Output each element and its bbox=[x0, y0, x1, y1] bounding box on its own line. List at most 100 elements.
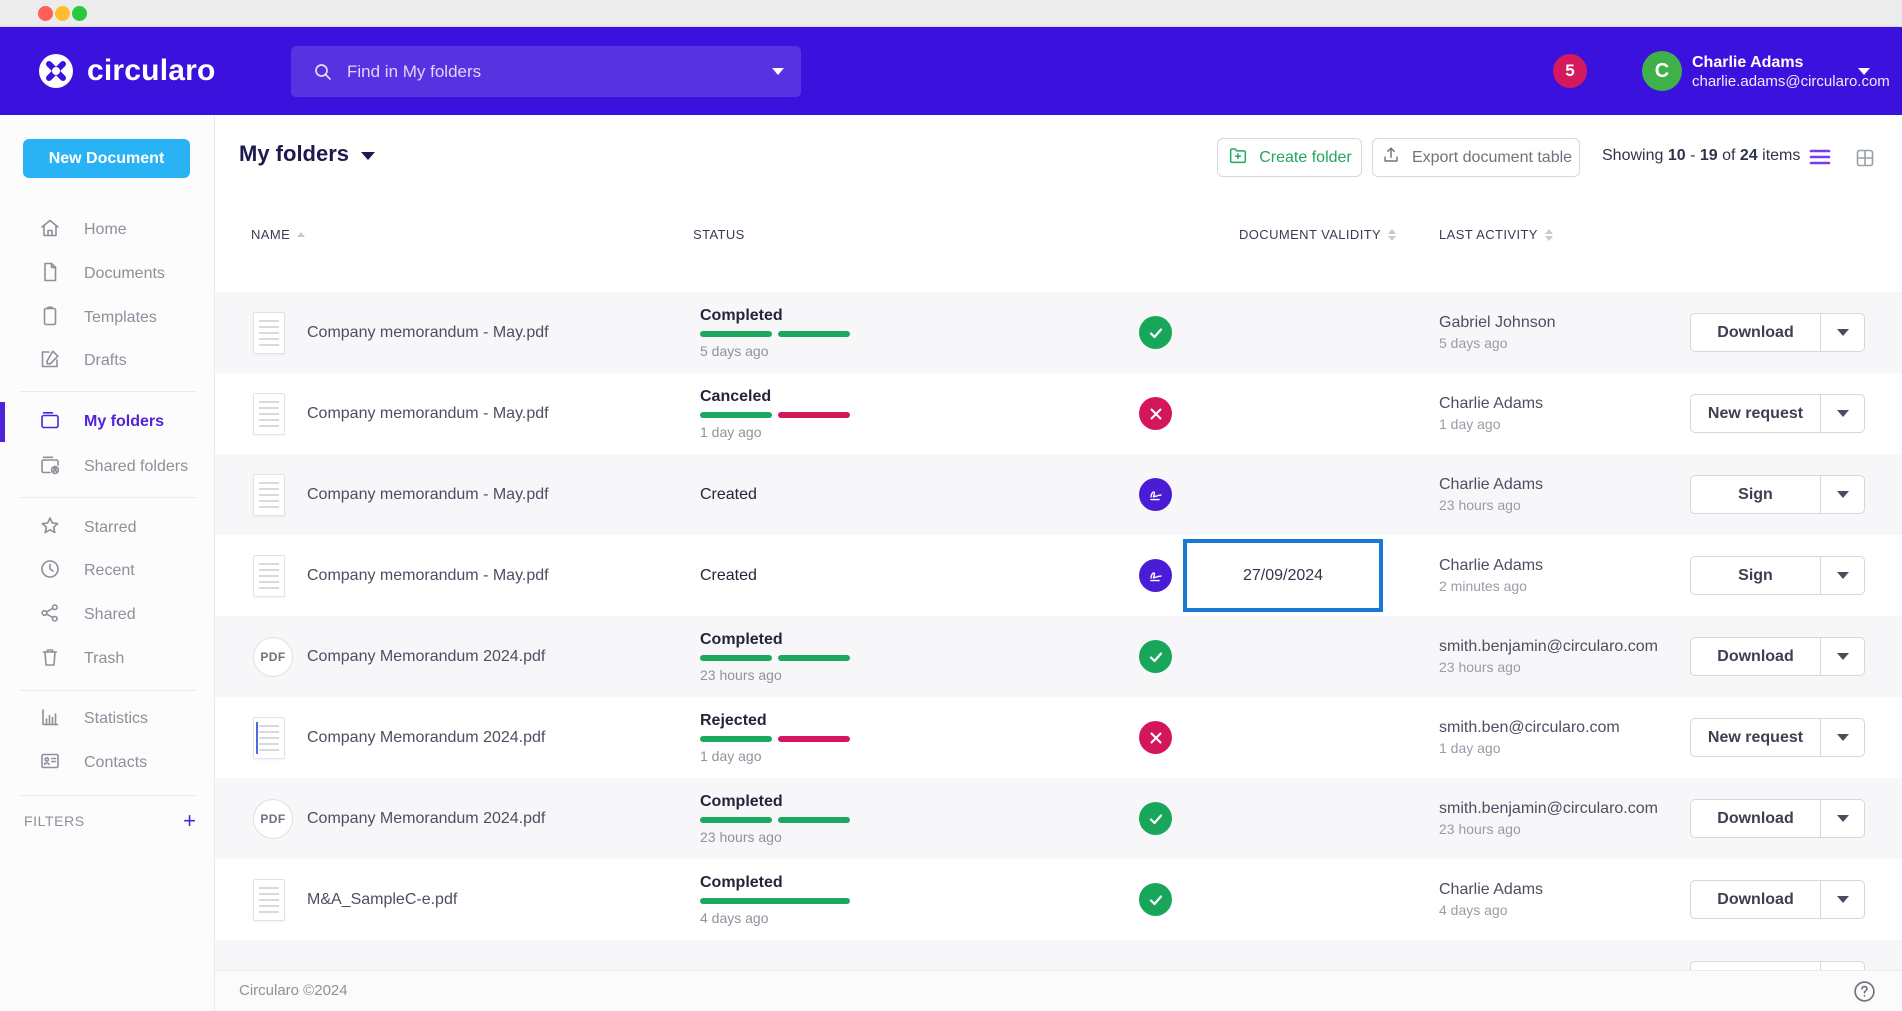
status-icon-cell bbox=[1139, 535, 1172, 616]
action-button[interactable]: Sign bbox=[1691, 476, 1820, 513]
help-icon[interactable] bbox=[1852, 979, 1877, 1009]
star-icon bbox=[38, 514, 62, 543]
sidebar-item-shared[interactable]: Shared bbox=[0, 593, 214, 637]
new-document-button[interactable]: New Document bbox=[23, 139, 190, 178]
chevron-down-icon bbox=[1837, 734, 1849, 741]
sidebar-item-label: Drafts bbox=[84, 352, 127, 370]
sidebar-item-shared-folders[interactable]: Shared folders bbox=[0, 445, 214, 489]
sidebar-item-statistics[interactable]: Statistics bbox=[0, 697, 214, 741]
table-row[interactable]: Company memorandum - May.pdf Canceled 1 … bbox=[215, 373, 1902, 454]
sidebar-item-documents[interactable]: Documents bbox=[0, 252, 214, 296]
copyright-text: Circularo ©2024 bbox=[239, 982, 348, 999]
sidebar-item-recent[interactable]: Recent bbox=[0, 549, 214, 593]
table-row[interactable]: M&A_SampleC-e.pdf Completed 4 days ago C… bbox=[215, 859, 1902, 940]
chevron-down-icon bbox=[1837, 410, 1849, 417]
sidebar-item-templates[interactable]: Templates bbox=[0, 296, 214, 340]
status-time: 23 hours ago bbox=[700, 829, 870, 845]
table-row[interactable]: Company Memorandum 2024.pdf Rejected 1 d… bbox=[215, 697, 1902, 778]
action-button[interactable]: Download bbox=[1691, 638, 1820, 675]
column-header-last-activity[interactable]: LAST ACTIVITY bbox=[1439, 227, 1553, 242]
sidebar-item-contacts[interactable]: Contacts bbox=[0, 741, 214, 785]
table-row[interactable]: Company memorandum - May.pdf Created 27/… bbox=[215, 535, 1902, 616]
action-dropdown-button[interactable] bbox=[1820, 557, 1864, 594]
action-button[interactable] bbox=[1691, 962, 1820, 970]
action-dropdown-button[interactable] bbox=[1820, 962, 1864, 970]
list-view-toggle[interactable] bbox=[1807, 146, 1833, 173]
sidebar-item-my-folders[interactable]: My folders bbox=[0, 400, 214, 444]
document-validity-cell[interactable] bbox=[1183, 944, 1383, 970]
action-button[interactable]: Sign bbox=[1691, 557, 1820, 594]
minimize-window-button[interactable] bbox=[55, 6, 70, 21]
last-activity-cell: smith.benjamin@circularo.com 23 hours ag… bbox=[1439, 616, 1658, 697]
trash-icon bbox=[38, 645, 62, 674]
action-button[interactable]: New request bbox=[1691, 719, 1820, 756]
page-title-dropdown[interactable]: My folders bbox=[239, 141, 375, 167]
action-button[interactable]: Download bbox=[1691, 314, 1820, 351]
document-validity-cell[interactable] bbox=[1183, 863, 1383, 936]
last-activity-cell: Charlie Adams 23 hours ago bbox=[1439, 454, 1543, 535]
last-activity-time: 2 minutes ago bbox=[1439, 578, 1543, 594]
sidebar-item-label: Shared folders bbox=[84, 458, 188, 476]
action-dropdown-button[interactable] bbox=[1820, 314, 1864, 351]
sidebar-item-drafts[interactable]: Drafts bbox=[0, 339, 214, 383]
table-row[interactable]: Company memorandum - May.pdf Created Cha… bbox=[215, 454, 1902, 535]
document-validity-cell[interactable] bbox=[1183, 377, 1383, 450]
document-validity-cell[interactable] bbox=[1183, 701, 1383, 774]
sidebar-item-trash[interactable]: Trash bbox=[0, 637, 214, 681]
action-dropdown-button[interactable] bbox=[1820, 476, 1864, 513]
action-dropdown-button[interactable] bbox=[1820, 800, 1864, 837]
avatar[interactable]: C bbox=[1642, 51, 1682, 91]
table-row[interactable]: PDF Company Memorandum 2024.pdf Complete… bbox=[215, 616, 1902, 697]
status-cell bbox=[700, 940, 870, 970]
last-activity-cell: Charlie Adams 4 days ago bbox=[1439, 859, 1543, 940]
document-validity-cell[interactable]: 27/09/2024 bbox=[1183, 539, 1383, 612]
column-header-document-validity[interactable]: DOCUMENT VALIDITY bbox=[1239, 227, 1396, 242]
column-header-status[interactable]: STATUS bbox=[693, 227, 745, 242]
sidebar-divider bbox=[20, 795, 196, 796]
action-dropdown-button[interactable] bbox=[1820, 395, 1864, 432]
grid-view-toggle[interactable] bbox=[1853, 146, 1877, 175]
doc-icon bbox=[253, 373, 285, 454]
zoom-window-button[interactable] bbox=[72, 6, 87, 21]
add-filter-button[interactable]: + bbox=[183, 810, 196, 832]
check-status-icon bbox=[1139, 802, 1172, 835]
folder-icon bbox=[38, 408, 62, 437]
sidebar-item-label: Contacts bbox=[84, 754, 147, 772]
document-validity-cell[interactable] bbox=[1183, 458, 1383, 531]
table-row[interactable]: PDF Company Memorandum 2024.pdf Complete… bbox=[215, 778, 1902, 859]
document-thumbnail-icon bbox=[253, 879, 285, 921]
action-dropdown-button[interactable] bbox=[1820, 719, 1864, 756]
search-input[interactable] bbox=[333, 62, 755, 82]
table-row[interactable] bbox=[215, 940, 1902, 970]
status-label: Completed bbox=[700, 631, 870, 649]
export-document-table-button[interactable]: Export document table bbox=[1372, 138, 1580, 177]
search-scope-dropdown[interactable] bbox=[755, 68, 801, 75]
create-folder-button[interactable]: Create folder bbox=[1217, 138, 1362, 177]
table-row[interactable]: Company memorandum - May.pdf Completed 5… bbox=[215, 292, 1902, 373]
sidebar-item-label: Recent bbox=[84, 562, 135, 580]
doc-icon bbox=[253, 697, 285, 778]
user-menu-chevron[interactable] bbox=[1858, 75, 1870, 93]
last-activity-name: Charlie Adams bbox=[1439, 476, 1543, 494]
action-button[interactable]: Download bbox=[1691, 881, 1820, 918]
brand-logo[interactable]: circularo bbox=[36, 51, 216, 91]
status-icon-cell bbox=[1139, 616, 1172, 697]
sidebar-item-label: Documents bbox=[84, 265, 165, 283]
document-validity-cell[interactable] bbox=[1183, 782, 1383, 855]
last-activity-time: 5 days ago bbox=[1439, 335, 1556, 351]
action-dropdown-button[interactable] bbox=[1820, 638, 1864, 675]
action-dropdown-button[interactable] bbox=[1820, 881, 1864, 918]
document-validity-cell[interactable] bbox=[1183, 296, 1383, 369]
action-button[interactable]: Download bbox=[1691, 800, 1820, 837]
doc-icon bbox=[253, 454, 285, 535]
document-validity-cell[interactable] bbox=[1183, 620, 1383, 693]
document-thumbnail-icon bbox=[253, 555, 285, 597]
action-button[interactable]: New request bbox=[1691, 395, 1820, 432]
sidebar-item-starred[interactable]: Starred bbox=[0, 506, 214, 550]
close-window-button[interactable] bbox=[38, 6, 53, 21]
column-header-name[interactable]: NAME bbox=[251, 227, 305, 242]
column-label: DOCUMENT VALIDITY bbox=[1239, 227, 1381, 242]
sidebar-item-home[interactable]: Home bbox=[0, 208, 214, 252]
last-activity-time: 1 day ago bbox=[1439, 740, 1620, 756]
notifications-badge[interactable]: 5 bbox=[1553, 54, 1587, 88]
